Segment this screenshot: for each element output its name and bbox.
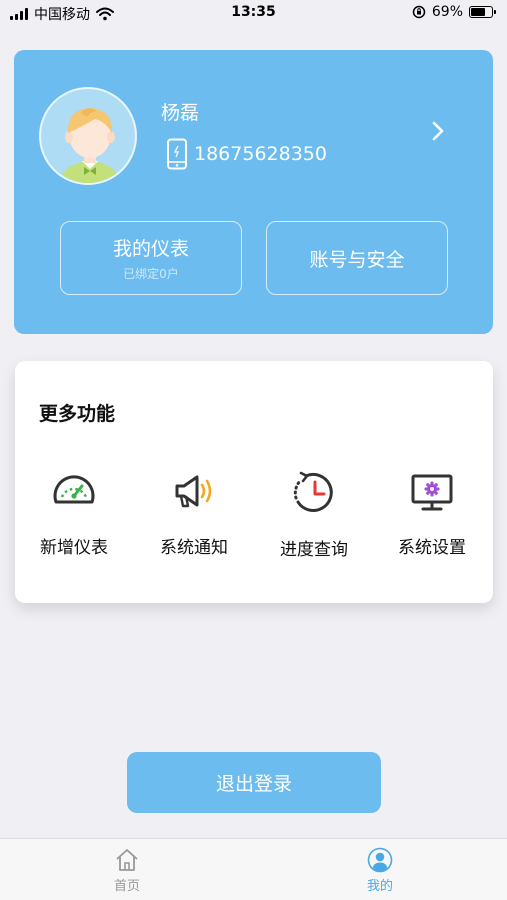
megaphone-icon	[175, 475, 212, 508]
features-card: 更多功能 新增仪表 系统通知 进度查询 系统设置	[15, 361, 493, 603]
my-meters-button[interactable]: 我的仪表 已绑定0户	[60, 221, 242, 295]
monitor-gear-icon	[411, 474, 453, 511]
gauge-icon	[53, 475, 95, 504]
avatar-boy-icon	[59, 108, 121, 183]
user-icon	[367, 847, 393, 873]
home-icon	[116, 849, 138, 871]
tab-bar: 首页 我的	[0, 838, 507, 900]
feature-add-meter[interactable]: 新增仪表	[19, 469, 129, 558]
features-title: 更多功能	[39, 403, 116, 425]
rotation-lock-icon	[412, 5, 426, 19]
tab-mine[interactable]: 我的	[350, 847, 410, 894]
phone-row: 18675628350	[166, 138, 327, 170]
feature-system-settings[interactable]: 系统设置	[377, 469, 487, 558]
tab-mine-label: 我的	[366, 879, 393, 894]
my-meters-count: 已绑定0户	[123, 267, 179, 281]
user-name: 杨磊	[161, 102, 200, 124]
tab-home[interactable]: 首页	[97, 847, 157, 894]
feature-notifications[interactable]: 系统通知	[139, 469, 249, 558]
history-clock-icon	[293, 471, 333, 512]
feature-progress-query[interactable]: 进度查询	[259, 469, 369, 560]
feature-label: 新增仪表	[40, 538, 108, 558]
avatar[interactable]	[39, 87, 137, 185]
profile-card: 杨磊 18675628350 我的仪表 已绑定0户 账号与安全	[14, 50, 493, 334]
my-meters-label: 我的仪表	[112, 238, 189, 260]
phone-number: 18675628350	[194, 143, 327, 165]
battery-icon	[469, 6, 496, 18]
chevron-right-icon[interactable]	[427, 120, 449, 142]
feature-label: 系统通知	[160, 538, 228, 558]
phone-icon	[167, 138, 187, 170]
account-security-button[interactable]: 账号与安全	[266, 221, 448, 295]
battery-fill	[471, 8, 485, 16]
feature-label: 进度查询	[280, 540, 348, 560]
status-right: 69%	[412, 4, 496, 20]
logout-button[interactable]: 退出登录	[127, 752, 381, 813]
battery-percent: 69%	[431, 4, 463, 20]
status-bar: 中国移动 13:35 69%	[0, 0, 507, 28]
feature-label: 系统设置	[398, 538, 466, 558]
tab-home-label: 首页	[113, 879, 140, 894]
account-security-label: 账号与安全	[309, 248, 405, 271]
